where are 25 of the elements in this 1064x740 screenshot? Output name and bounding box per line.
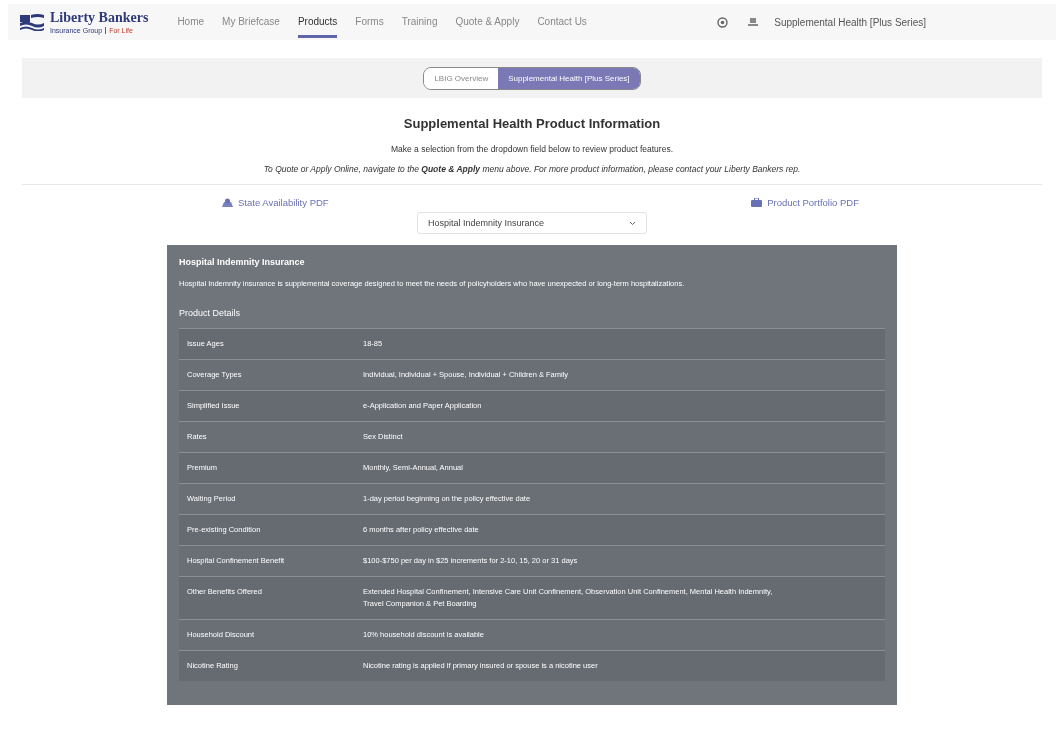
product-line-label: Supplemental Health [Plus Series] xyxy=(774,16,926,28)
nav-link[interactable]: My Briefcase xyxy=(222,6,280,38)
tab[interactable]: Supplemental Health [Plus Series] xyxy=(498,67,640,89)
eye-icon[interactable] xyxy=(717,16,729,28)
details-heading: Product Details xyxy=(179,308,242,318)
pdf-link[interactable]: Product Portfolio PDF xyxy=(751,197,859,208)
nav-link[interactable]: Training xyxy=(401,6,438,38)
flag-logo-icon xyxy=(20,13,44,31)
nav-link[interactable]: Contact Us xyxy=(537,6,587,38)
nav-link[interactable]: Forms xyxy=(355,6,384,38)
instruction-text: Make a selection from the dropdown field below to review product features. xyxy=(390,144,674,154)
brand-name: Liberty Bankers xyxy=(50,10,149,25)
product-name: Hospital Indemnity Insurance xyxy=(179,257,306,267)
chevron-down-icon xyxy=(629,220,636,226)
desk-icon[interactable] xyxy=(748,18,759,26)
map-pin-icon xyxy=(222,197,233,208)
product-select[interactable]: Hospital Indemnity Insurance xyxy=(417,212,647,234)
page-title: Supplemental Health Product Information xyxy=(403,116,661,131)
pdf-link[interactable]: State Availability PDF xyxy=(222,197,329,208)
nav-link[interactable]: Quote & Apply xyxy=(455,6,520,38)
note-text: To Quote or Apply Online, navigate to the Quote & Apply menu above. For more product information, please contact your Liberty Bankers rep. xyxy=(263,164,801,174)
nav-link[interactable]: Home xyxy=(177,6,205,38)
nav-link[interactable]: Products xyxy=(297,6,338,38)
briefcase-icon xyxy=(751,198,763,207)
tab[interactable]: LBIG Overview xyxy=(424,67,499,89)
